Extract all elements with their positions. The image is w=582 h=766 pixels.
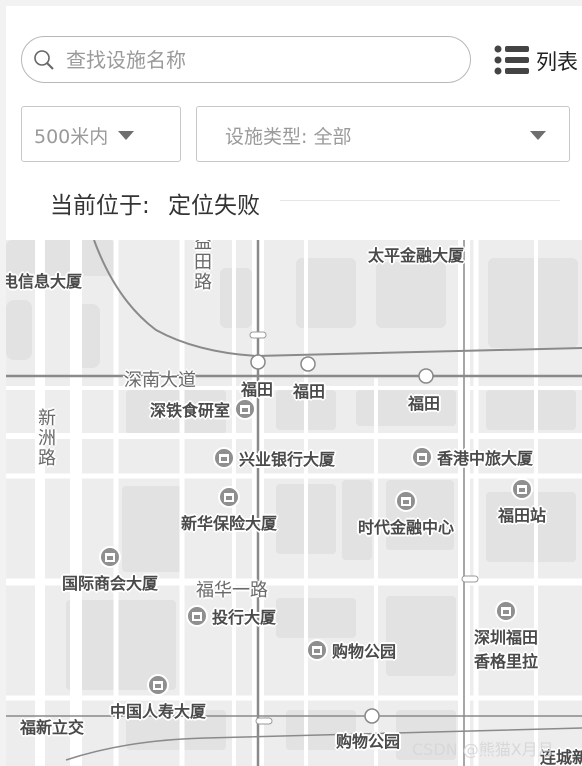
- poi-label: 香格里拉: [474, 652, 539, 671]
- facility-type-value: 设施类型: 全部: [225, 126, 352, 148]
- poi-label: 福田站: [498, 506, 547, 525]
- hotel-icon: [495, 600, 517, 622]
- search-icon: [34, 50, 54, 70]
- shopping-icon: [306, 639, 328, 661]
- poi-label: 香港中旅大厦: [437, 449, 534, 468]
- list-icon: [494, 45, 529, 75]
- restaurant-icon: [234, 398, 257, 420]
- road-label: 福华一路: [196, 580, 268, 601]
- range-select-value: 500米内: [34, 126, 109, 148]
- poi-label[interactable]: 福田: [408, 390, 440, 414]
- poi-label: 投行大厦: [212, 608, 277, 627]
- building-icon: [213, 447, 235, 469]
- poi-marker[interactable]: 香港中旅大厦: [411, 445, 533, 469]
- building-icon: [147, 674, 169, 696]
- poi-marker[interactable]: 深铁食研室: [150, 397, 260, 421]
- poi-marker[interactable]: 深圳福田 香格里拉: [474, 600, 538, 672]
- poi-label[interactable]: 福田: [293, 378, 325, 402]
- subway-icon: [511, 478, 533, 500]
- search-input[interactable]: [66, 37, 456, 82]
- poi-marker[interactable]: 时代金融中心: [358, 490, 454, 538]
- poi-label[interactable]: 电信息大厦: [6, 268, 82, 292]
- filter-panel: 列表 500米内 设施类型: 全部 当前位于: 定位失败: [6, 6, 582, 240]
- poi-marker[interactable]: 新华保险大厦: [181, 486, 277, 534]
- poi-marker[interactable]: 投行大厦: [186, 604, 276, 628]
- poi-label: 国际商会大厦: [62, 574, 159, 593]
- poi-marker[interactable]: 兴业银行大厦: [213, 446, 335, 470]
- building-icon: [99, 546, 121, 568]
- building-icon: [395, 490, 417, 512]
- caret-down-icon: [118, 131, 134, 140]
- poi-label: 新华保险大厦: [181, 514, 278, 533]
- poi-marker[interactable]: 国际商会大厦: [62, 546, 158, 594]
- map-view[interactable]: 深南大道 福华一路 新洲路 益田路 太平金融大厦 电信息大厦 福田 福田 福田 …: [6, 240, 582, 766]
- current-location: 当前位于: 定位失败: [50, 186, 560, 219]
- facility-type-select[interactable]: 设施类型: 全部: [196, 106, 570, 162]
- poi-label: 时代金融中心: [358, 518, 455, 537]
- building-icon: [411, 446, 433, 468]
- poi-marker[interactable]: 购物公园: [306, 638, 396, 662]
- list-view-label: 列表: [536, 50, 578, 74]
- building-icon: [186, 605, 208, 627]
- range-select[interactable]: 500米内: [21, 106, 181, 162]
- caret-down-icon: [530, 131, 546, 140]
- location-label: 当前位于:: [50, 193, 150, 219]
- poi-label: 深圳福田: [474, 628, 539, 647]
- poi-label[interactable]: 购物公园: [336, 728, 400, 752]
- building-icon: [218, 486, 240, 508]
- poi-label[interactable]: 太平金融大厦: [368, 242, 464, 266]
- poi-label: 购物公园: [332, 642, 397, 661]
- poi-label: 兴业银行大厦: [239, 450, 336, 469]
- poi-marker[interactable]: 中国人寿大厦: [110, 674, 206, 722]
- location-value: 定位失败: [168, 193, 260, 219]
- road-label: 益田路: [191, 240, 212, 292]
- search-box[interactable]: [21, 36, 471, 83]
- poi-label[interactable]: 福新立交: [20, 714, 84, 738]
- poi-label: 深铁食研室: [150, 401, 231, 420]
- poi-marker[interactable]: 福田站: [498, 478, 546, 526]
- road-label: 深南大道: [124, 370, 196, 391]
- poi-label: 中国人寿大厦: [110, 702, 207, 721]
- divider: [280, 200, 560, 201]
- list-view-button[interactable]: 列表: [494, 40, 582, 80]
- road-label: 新洲路: [35, 408, 56, 468]
- map-base: [6, 240, 582, 766]
- watermark: CSDN @熊猫X月月: [412, 740, 554, 759]
